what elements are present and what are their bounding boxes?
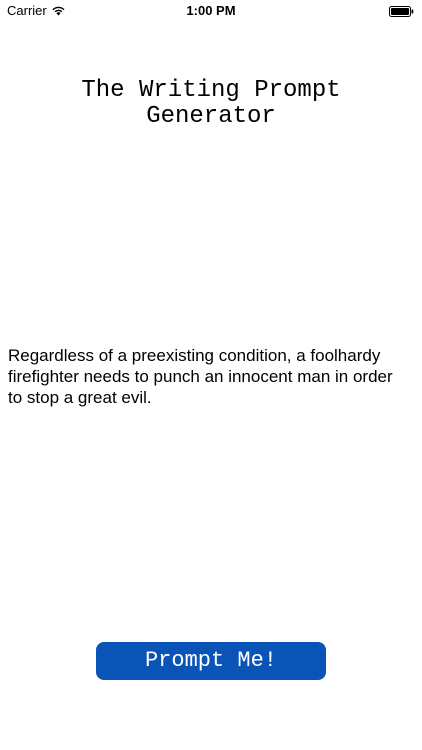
app-title: The Writing Prompt Generator [81,77,341,130]
battery-full-icon [389,6,414,17]
prompt-me-button[interactable]: Prompt Me! [96,642,326,680]
writing-prompt-text: Regardless of a preexisting condition, a… [8,346,393,407]
status-bar: Carrier 1:00 PM [0,0,422,22]
status-time: 1:00 PM [186,3,236,18]
